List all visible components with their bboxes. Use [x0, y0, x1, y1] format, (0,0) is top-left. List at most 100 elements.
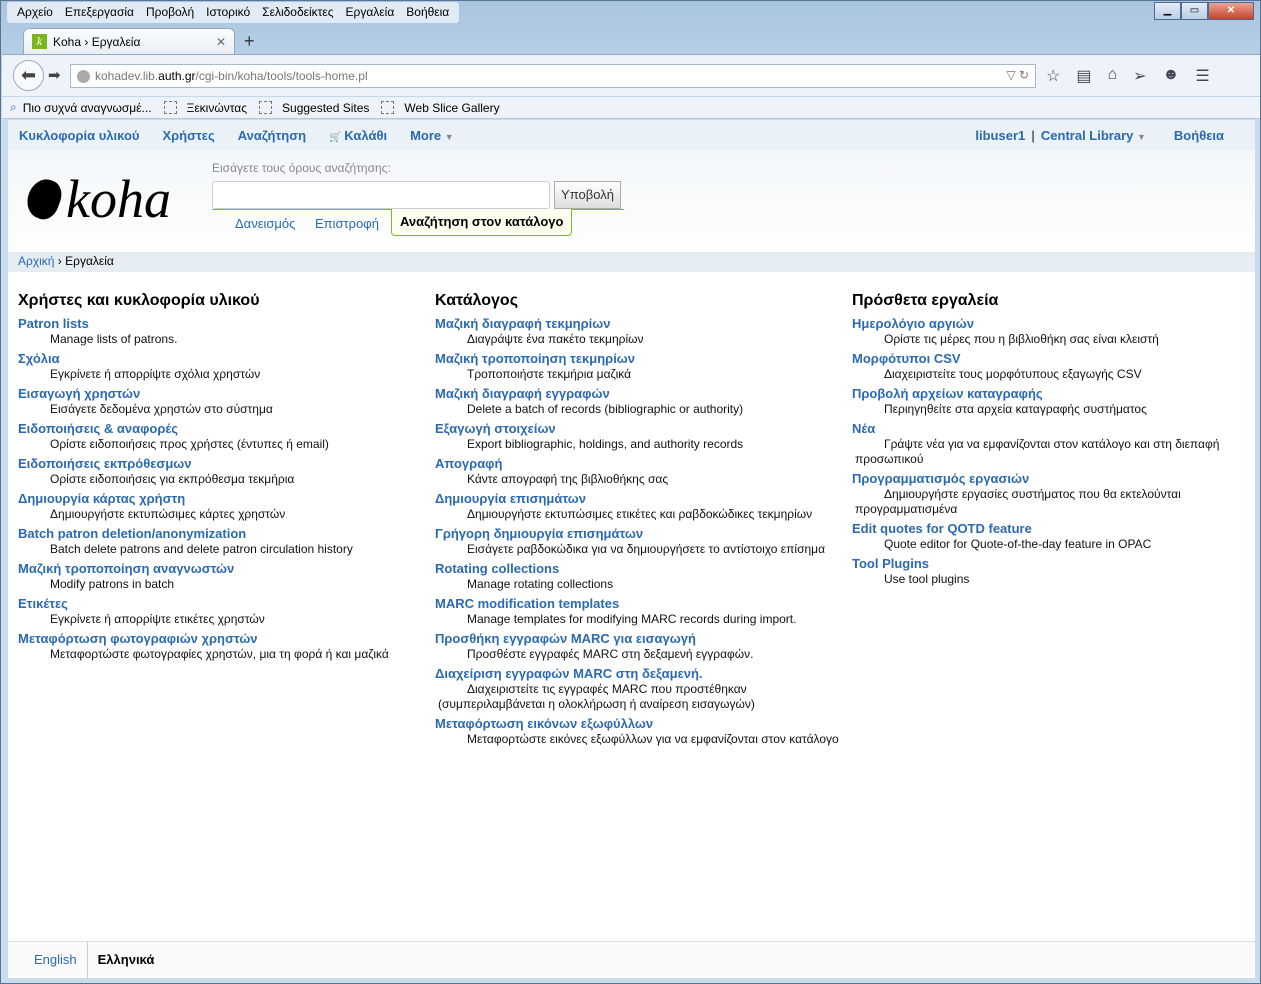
tool-link[interactable]: Δημιουργία επισημάτων [435, 490, 852, 507]
tool-link[interactable]: Tool Plugins [852, 555, 1255, 572]
tool-link[interactable]: Ημερολόγιο αργιών [852, 315, 1255, 332]
bookmark-getting-started[interactable]: Ξεκινώντας [187, 101, 247, 115]
menu-history[interactable]: Ιστορικό [200, 2, 256, 23]
search-input[interactable] [212, 181, 550, 209]
language-english[interactable]: English [8, 941, 88, 978]
home-icon[interactable]: ⌂ [1107, 66, 1117, 86]
globe-icon [77, 70, 90, 83]
search-hint: Εισάγετε τους όρους αναζήτησης: [212, 161, 391, 175]
tab-catalog-search[interactable]: Αναζήτηση στον κατάλογο [391, 209, 573, 236]
tool-link[interactable]: Batch patron deletion/anonymization [18, 525, 435, 542]
tool-description: Προσθέστε εγγραφές MARC στη δεξαμενή εγγ… [467, 647, 754, 661]
tool-link[interactable]: Σχόλια [18, 350, 435, 367]
tool-link[interactable]: Απογραφή [435, 455, 852, 472]
tool-column: Χρήστες και κυκλοφορία υλικού Patron list… [18, 292, 435, 750]
tool-link[interactable]: Μαζική τροποποίηση τεκμηρίων [435, 350, 852, 367]
help-link[interactable]: Βοήθεια [1174, 128, 1224, 143]
tool-description: Διαχειριστείτε τις εγγραφές MARC που προ… [438, 682, 755, 711]
nav-patrons[interactable]: Χρήστες [162, 128, 214, 143]
tool-item: Γρήγορη δημιουργία επισημάτων Εισάγετε ρα… [435, 525, 852, 557]
tool-link[interactable]: Μεταφόρτωση φωτογραφιών χρηστών [18, 630, 435, 647]
bookmark-icon: ⌕ [10, 100, 17, 114]
tool-description: Μεταφορτώστε φωτογραφίες χρηστών, μια τη… [50, 647, 389, 661]
koha-logo[interactable]: koha [22, 168, 171, 230]
nav-cart[interactable]: 🛒 Καλάθι [329, 128, 387, 143]
tool-link[interactable]: Διαχείριση εγγραφών MARC στη δεξαμενή. [435, 665, 852, 682]
tool-description: Export bibliographic, holdings, and auth… [467, 437, 744, 451]
nav-more[interactable]: More ▼ [410, 128, 454, 143]
tool-link[interactable]: Εισαγωγή χρηστών [18, 385, 435, 402]
reload-icon[interactable]: ▽ ↻ [1006, 68, 1029, 82]
separator: | [1031, 127, 1035, 143]
tool-description: Use tool plugins [884, 572, 970, 586]
menu-help[interactable]: Βοήθεια [400, 2, 455, 23]
tool-item: Μεταφόρτωση εικόνων εξωφύλλων Μεταφορτώστ… [435, 715, 852, 747]
tool-link[interactable]: Νέα [852, 420, 1255, 437]
tool-link[interactable]: Ετικέτες [18, 595, 435, 612]
bookmark-web-slice[interactable]: Web Slice Gallery [404, 101, 499, 115]
tool-link[interactable]: Edit quotes for QOTD feature [852, 520, 1255, 537]
tool-item: Διαχείριση εγγραφών MARC στη δεξαμενή. Δι… [435, 665, 852, 712]
browser-tab[interactable]: k Koha › Εργαλεία ✕ [23, 28, 235, 54]
bookmark-folder-icon [381, 101, 395, 114]
menu-bookmarks[interactable]: Σελιδοδείκτες [256, 2, 339, 23]
send-icon[interactable]: ➢ [1133, 66, 1146, 86]
tool-link[interactable]: Ειδοποιήσεις εκπρόθεσμων [18, 455, 435, 472]
tool-item: Μορφότυποι CSV Διαχειριστείτε τους μορφότ… [852, 350, 1255, 382]
tool-item: Patron lists Manage lists of patrons. [18, 315, 435, 347]
tool-item: Εισαγωγή χρηστών Εισάγετε δεδομένα χρηστώ… [18, 385, 435, 417]
close-window-button[interactable]: ✕ [1208, 2, 1254, 20]
minimize-button[interactable]: ▁ [1154, 2, 1181, 20]
tool-item: Προβολή αρχείων καταγραφής Περιηγηθείτε σ… [852, 385, 1255, 417]
tool-description: Modify patrons in batch [50, 577, 175, 591]
tool-link[interactable]: Μαζική διαγραφή τεκμηρίων [435, 315, 852, 332]
forward-button[interactable]: ➡ [48, 66, 61, 84]
nav-search[interactable]: Αναζήτηση [238, 128, 306, 143]
bookmark-most-visited[interactable]: Πιο συχνά αναγνωσμέ... [23, 101, 152, 115]
submit-button[interactable]: Υποβολή [554, 181, 621, 209]
tool-link[interactable]: Προσθήκη εγγραφών MARC για εισαγωγή [435, 630, 852, 647]
menu-edit[interactable]: Επεξεργασία [59, 2, 140, 23]
tool-link[interactable]: Ειδοποιήσεις & αναφορές [18, 420, 435, 437]
library-menu[interactable]: Central Library ▼ [1041, 128, 1146, 143]
tool-link[interactable]: Εξαγωγή στοιχείων [435, 420, 852, 437]
tool-link[interactable]: Μεταφόρτωση εικόνων εξωφύλλων [435, 715, 852, 732]
tool-item: MARC modification templates Manage templa… [435, 595, 852, 627]
tool-link[interactable]: MARC modification templates [435, 595, 852, 612]
nav-circulation[interactable]: Κυκλοφορία υλικού [19, 128, 139, 143]
hamburger-menu-icon[interactable]: ☰ [1195, 66, 1209, 86]
column-title: Πρόσθετα εργαλεία [852, 292, 999, 309]
menu-view[interactable]: Προβολή [140, 2, 200, 23]
tool-column: Κατάλογος Μαζική διαγραφή τεκμηρίων Διαγρά… [435, 292, 852, 750]
tab-checkin[interactable]: Επιστροφή [315, 216, 379, 231]
star-icon[interactable]: ☆ [1046, 66, 1060, 86]
close-tab-icon[interactable]: ✕ [216, 35, 226, 49]
tool-link[interactable]: Προγραμματισμός εργασιών [852, 470, 1255, 487]
maximize-button[interactable]: ▭ [1181, 2, 1208, 20]
tool-link[interactable]: Προβολή αρχείων καταγραφής [852, 385, 1255, 402]
tool-link[interactable]: Μαζική διαγραφή εγγραφών [435, 385, 852, 402]
tool-link[interactable]: Μορφότυποι CSV [852, 350, 1255, 367]
tool-link[interactable]: Μαζική τροποποίηση αναγνωστών [18, 560, 435, 577]
column-title: Κατάλογος [435, 292, 519, 309]
menu-file[interactable]: Αρχείο [11, 2, 59, 23]
tool-item: Νέα Γράψτε νέα για να εμφανίζονται στον κ… [852, 420, 1255, 467]
bookmark-suggested-sites[interactable]: Suggested Sites [282, 101, 369, 115]
user-menu[interactable]: libuser1 [975, 128, 1025, 143]
tool-link[interactable]: Rotating collections [435, 560, 852, 577]
tool-link[interactable]: Δημιουργία κάρτας χρήστη [18, 490, 435, 507]
tool-link[interactable]: Patron lists [18, 315, 435, 332]
search-tabs: Δανεισμός Επιστροφή Αναζήτηση στον κατάλ… [212, 209, 624, 239]
tool-link[interactable]: Γρήγορη δημιουργία επισημάτων [435, 525, 852, 542]
back-button[interactable]: ⬅ [13, 60, 44, 91]
reading-list-icon[interactable]: ▤ [1076, 66, 1091, 86]
menu-tools[interactable]: Εργαλεία [340, 2, 401, 23]
new-tab-button[interactable]: + [244, 31, 255, 52]
breadcrumb-home[interactable]: Αρχική [18, 254, 54, 268]
tab-title: Koha › Εργαλεία [53, 34, 141, 49]
url-bar[interactable]: kohadev.lib. auth.gr/cgi-bin/koha/tools/t… [70, 64, 1036, 88]
chat-icon[interactable]: ☻ [1163, 66, 1180, 86]
tool-description: Εγκρίνετε ή απορρίψτε σχόλια χρηστών [50, 367, 261, 381]
tab-checkout[interactable]: Δανεισμός [235, 216, 295, 231]
tool-item: Μαζική τροποποίηση αναγνωστών Modify patr… [18, 560, 435, 592]
